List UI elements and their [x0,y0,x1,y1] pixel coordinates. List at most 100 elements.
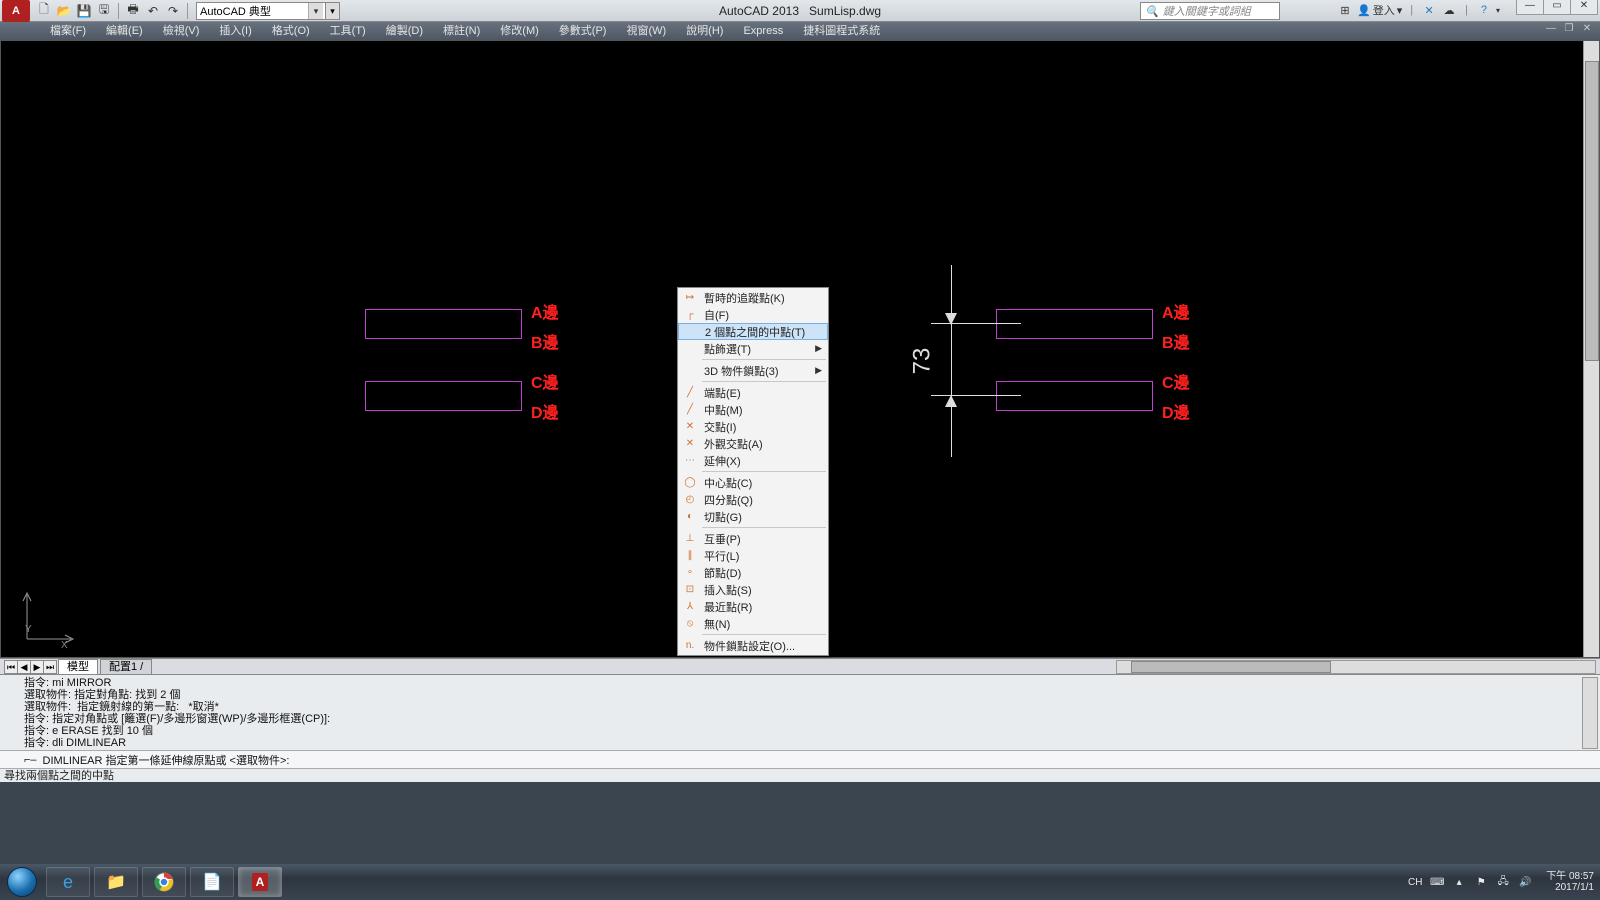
menu-tools[interactable]: 工具(T) [320,22,376,40]
ctx-insert[interactable]: ⊡插入點(S) [678,581,828,598]
ctx-quadrant[interactable]: ◴四分點(Q) [678,491,828,508]
ctx-midpoint[interactable]: ╱中點(M) [678,401,828,418]
taskbar-explorer[interactable]: 📁 [94,867,138,897]
redo-icon[interactable]: ↷ [165,3,181,19]
stayconnected-icon[interactable]: ☁ [1441,2,1457,18]
menu-parametric[interactable]: 參數式(P) [549,22,617,40]
command-line[interactable]: ⌐‒ DIMLINEAR 指定第一條延伸線原點或 <選取物件>: [0,750,1600,768]
canvas-horizontal-scrollbar[interactable] [1116,660,1596,674]
scrollbar-thumb[interactable] [1585,61,1599,361]
ctx-osnap-settings[interactable]: n.物件鎖點設定(O)... [678,637,828,654]
command-line-text: DIMLINEAR 指定第一條延伸線原點或 <選取物件>: [43,752,290,768]
signin-button[interactable]: 👤 登入 ▾ [1357,2,1402,18]
doc-restore-button[interactable]: ❐ [1560,23,1578,37]
ctx-none[interactable]: ⦸無(N) [678,615,828,632]
taskbar-chrome[interactable] [142,867,186,897]
label-right-d: D邊 [1162,399,1190,423]
menu-view[interactable]: 檢視(V) [153,22,210,40]
ctx-sep [702,634,826,635]
menu-window[interactable]: 視窗(W) [616,22,676,40]
menu-file[interactable]: 檔案(F) [40,22,96,40]
help-icon[interactable]: ? [1476,2,1492,18]
taskbar-ie[interactable]: e [46,867,90,897]
command-prompt-icon: ⌐‒ [24,754,37,766]
tab-model[interactable]: 模型 [58,659,98,674]
tab-layout1[interactable]: 配置1 / [100,659,152,674]
ctx-endpoint[interactable]: ╱端點(E) [678,384,828,401]
taskbar-notepad[interactable]: 📄 [190,867,234,897]
rect-left-top[interactable] [365,309,522,339]
scrollbar-thumb[interactable] [1131,661,1331,673]
ctx-midbetween[interactable]: 2 個點之間的中點(T) [678,323,828,340]
plot-icon[interactable]: 🖶 [125,3,141,19]
command-history[interactable]: 指令: mi MIRROR 選取物件: 指定對角點: 找到 2 個 選取物件: … [0,674,1600,750]
menu-custom[interactable]: 捷科圖程式系統 [793,22,890,40]
ctx-nearest[interactable]: ⅄最近點(R) [678,598,828,615]
tray-up-icon[interactable]: ▴ [1452,875,1466,889]
rect-right-top[interactable] [996,309,1153,339]
tray-keyboard-icon[interactable]: ⌨ [1430,875,1444,889]
menu-insert[interactable]: 插入(I) [209,22,261,40]
ctx-center[interactable]: ◯中心點(C) [678,474,828,491]
tray-clock[interactable]: 下午 08:57 2017/1/1 [1546,871,1594,893]
cmdhist-scrollbar[interactable] [1582,677,1598,749]
menu-express[interactable]: Express [733,22,793,40]
tray-flag-icon[interactable]: ⚑ [1474,875,1488,889]
tab-last-button[interactable]: ⏭ [43,660,57,674]
minimize-button[interactable]: — [1516,0,1544,15]
canvas-vertical-scrollbar[interactable] [1583,41,1599,657]
rect-left-bottom[interactable] [365,381,522,411]
search-placeholder: 鍵入關鍵字或詞組 [1163,3,1251,19]
ctx-node[interactable]: ∘節點(D) [678,564,828,581]
tab-next-button[interactable]: ▶ [30,660,44,674]
tab-first-button[interactable]: ⏮ [4,660,18,674]
rect-right-bottom[interactable] [996,381,1153,411]
menu-draw[interactable]: 繪製(D) [376,22,433,40]
undo-icon[interactable]: ↶ [145,3,161,19]
ctx-intersection[interactable]: ✕交點(I) [678,418,828,435]
midpoint-icon: ╱ [682,403,698,417]
infocenter-icon[interactable]: ⊞ [1337,2,1353,18]
new-icon[interactable]: 🗋 [36,3,52,19]
open-icon[interactable]: 📂 [56,3,72,19]
maximize-button[interactable]: ▭ [1543,0,1571,15]
menu-format[interactable]: 格式(O) [262,22,320,40]
doc-close-button[interactable]: ✕ [1578,23,1596,37]
perpendicular-icon: ⊥ [682,532,698,546]
quick-access-toolbar: 🗋 📂 💾 🖫 🖶 ↶ ↷ [36,3,190,19]
ctx-pointfilters[interactable]: 點飾選(T)▶ [678,340,828,357]
ctx-from[interactable]: ┌自(F) [678,306,828,323]
ctx-3dosnap[interactable]: 3D 物件鎖點(3)▶ [678,362,828,379]
osnap-context-menu: ↦暫時的追蹤點(K) ┌自(F) 2 個點之間的中點(T) 點飾選(T)▶ 3D… [677,287,829,656]
menu-help[interactable]: 說明(H) [676,22,733,40]
search-input[interactable]: 🔍鍵入關鍵字或詞組 [1140,2,1280,20]
tray-network-icon[interactable]: 🖧 [1496,875,1510,889]
workspace-dropdown-button[interactable]: ▾ [326,2,340,20]
exchange-icon[interactable]: ✕ [1421,2,1437,18]
intersection-icon: ✕ [682,420,698,434]
ctx-tangent[interactable]: ◐切點(G) [678,508,828,525]
save-icon[interactable]: 💾 [76,3,92,19]
command-history-text: 指令: mi MIRROR 選取物件: 指定對角點: 找到 2 個 選取物件: … [24,677,330,749]
ctx-perpendicular[interactable]: ⊥互垂(P) [678,530,828,547]
ctx-temp-track[interactable]: ↦暫時的追蹤點(K) [678,289,828,306]
ctx-parallel[interactable]: ∥平行(L) [678,547,828,564]
saveas-icon[interactable]: 🖫 [96,3,112,19]
taskbar-autocad[interactable]: A [238,867,282,897]
start-button[interactable] [0,864,44,900]
app-logo[interactable]: A [2,0,30,22]
ime-indicator[interactable]: CH [1408,875,1422,889]
tab-prev-button[interactable]: ◀ [17,660,31,674]
tray-volume-icon[interactable]: 🔊 [1518,875,1532,889]
drawing-canvas[interactable]: A邊 B邊 C邊 D邊 A邊 B邊 C邊 D邊 73 YX ↦暫時的追蹤點(K)… [0,40,1600,658]
ctx-extension[interactable]: ⋯延伸(X) [678,452,828,469]
close-button[interactable]: ✕ [1570,0,1598,15]
menu-edit[interactable]: 編輯(E) [96,22,153,40]
ctx-apparent-int[interactable]: ✕外觀交點(A) [678,435,828,452]
windows-orb-icon [7,867,37,897]
menu-dimension[interactable]: 標註(N) [433,22,490,40]
workspace-combo[interactable]: AutoCAD 典型 [196,2,326,20]
doc-minimize-button[interactable]: — [1542,23,1560,37]
menu-modify[interactable]: 修改(M) [490,22,549,40]
submenu-arrow-icon: ▶ [815,343,822,354]
